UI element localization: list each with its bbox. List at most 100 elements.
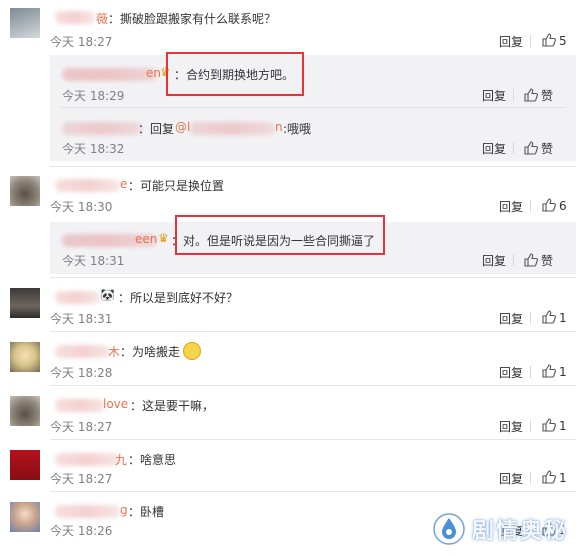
reply-button[interactable]: 回复 <box>499 364 523 381</box>
username-tail[interactable]: 九 <box>115 451 127 468</box>
reply-button[interactable]: 回复 <box>482 87 506 104</box>
avatar[interactable] <box>10 396 40 426</box>
avatar[interactable] <box>10 288 40 318</box>
reply-button[interactable]: 回复 <box>499 470 523 487</box>
reply-button[interactable]: 回复 <box>482 252 506 269</box>
reply-username-tail[interactable]: en <box>146 66 161 80</box>
like-button[interactable]: 赞 <box>524 140 553 157</box>
separator <box>513 142 514 154</box>
comment-text: ：啥意思 <box>128 453 177 467</box>
mention-link[interactable]: @l <box>175 120 190 134</box>
reply-username-tail[interactable]: een <box>135 232 157 246</box>
reply-button[interactable]: 回复 <box>499 310 523 327</box>
comment-time: 今天 18:27 <box>50 420 113 434</box>
thumbs-up-icon <box>524 88 538 102</box>
reply-button[interactable]: 回复 <box>499 418 523 435</box>
like-button[interactable]: 1 <box>542 418 567 433</box>
username-tail[interactable]: g <box>120 503 128 517</box>
thumbs-up-icon <box>524 141 538 155</box>
username-redacted[interactable] <box>55 179 120 192</box>
like-button[interactable]: 1 <box>542 364 567 379</box>
thumbs-up-icon <box>542 198 556 212</box>
watermark: 剧情奥秘 <box>432 512 568 546</box>
reply-text: :哦哦 <box>283 122 312 136</box>
reply-button[interactable]: 回复 <box>499 33 523 50</box>
thumbs-up-icon <box>524 253 538 267</box>
highlight-box <box>175 215 385 255</box>
highlight-box <box>166 52 304 96</box>
like-count: 6 <box>559 199 567 213</box>
separator <box>530 312 531 324</box>
like-button[interactable]: 赞 <box>524 87 553 104</box>
like-count: 1 <box>559 471 567 485</box>
thumbs-up-icon <box>542 310 556 324</box>
like-button[interactable]: 5 <box>542 33 567 48</box>
comment-text: ：所以是到底好不好？ <box>118 291 239 305</box>
reply-username-redacted[interactable] <box>62 68 157 81</box>
separator <box>513 89 514 101</box>
username-redacted[interactable] <box>55 291 100 304</box>
watermark-text: 剧情奥秘 <box>471 519 568 544</box>
reply-thread: en ♛ ：合约到期换地方吧。 今天 18:29 回复 赞 ：回复 @l n :… <box>50 55 576 161</box>
like-count: 1 <box>559 419 567 433</box>
thumbs-up-icon <box>542 364 556 378</box>
username-tail[interactable]: e <box>120 177 127 191</box>
separator <box>530 35 531 47</box>
comment-time: 今天 18:31 <box>50 312 113 326</box>
avatar[interactable] <box>10 502 40 532</box>
comment-time: 今天 18:26 <box>50 524 113 538</box>
reply-prefix: ：回复 <box>138 122 175 136</box>
like-label: 赞 <box>541 254 554 268</box>
avatar[interactable] <box>10 8 40 38</box>
comment-item: 🐼 ：所以是到底好不好？ 今天 18:31 回复 1 <box>0 278 576 330</box>
comment-time: 今天 18:28 <box>50 366 113 380</box>
separator <box>530 366 531 378</box>
mention-redacted[interactable] <box>190 122 275 135</box>
separator <box>530 200 531 212</box>
like-button[interactable]: 赞 <box>524 252 553 269</box>
username-redacted[interactable] <box>55 399 105 412</box>
comment-text: ：可能只是换位置 <box>128 179 225 193</box>
mention-tail[interactable]: n <box>275 120 283 134</box>
comment-item: love ：这是要干嘛， 今天 18:27 回复 1 <box>0 386 576 438</box>
separator <box>530 472 531 484</box>
separator <box>513 254 514 266</box>
panda-emoji-icon: 🐼 <box>100 288 115 302</box>
avatar[interactable] <box>10 450 40 480</box>
comment-text: ：卧槽 <box>128 505 165 519</box>
avatar[interactable] <box>10 342 40 372</box>
separator <box>530 420 531 432</box>
username-redacted[interactable] <box>55 505 120 518</box>
reply-button[interactable]: 回复 <box>482 140 506 157</box>
like-button[interactable]: 1 <box>542 310 567 325</box>
thumbs-up-icon <box>542 418 556 432</box>
reply-time: 今天 18:29 <box>62 89 125 103</box>
username-tail[interactable]: 薇 <box>96 10 108 27</box>
emoji-face-icon <box>183 342 201 360</box>
like-count: 1 <box>559 311 567 325</box>
comment-time: 今天 18:30 <box>50 200 113 214</box>
vip-crown-icon: ♛ <box>158 231 169 245</box>
reply-time: 今天 18:31 <box>62 254 125 268</box>
comment-item: 木 ：为啥搬走 今天 18:28 回复 1 <box>0 332 576 384</box>
comment-text: ：为啥搬走 <box>120 345 181 359</box>
like-button[interactable]: 1 <box>542 470 567 485</box>
drop-logo-icon <box>433 513 465 545</box>
username-redacted[interactable] <box>55 345 110 358</box>
like-label: 赞 <box>541 89 554 103</box>
username-tail[interactable]: 木 <box>108 343 120 360</box>
username-tail[interactable]: love <box>103 397 128 411</box>
reply-time: 今天 18:32 <box>62 142 125 156</box>
reply-username-redacted[interactable] <box>62 122 142 135</box>
like-label: 赞 <box>541 142 554 156</box>
username-redacted[interactable] <box>55 11 95 24</box>
comment-time: 今天 18:27 <box>50 35 113 49</box>
reply-button[interactable]: 回复 <box>499 198 523 215</box>
username-redacted[interactable] <box>55 453 120 466</box>
like-button[interactable]: 6 <box>542 198 567 213</box>
like-count: 1 <box>559 365 567 379</box>
like-count: 5 <box>559 34 567 48</box>
thumbs-up-icon <box>542 470 556 484</box>
thumbs-up-icon <box>542 33 556 47</box>
avatar[interactable] <box>10 176 40 206</box>
